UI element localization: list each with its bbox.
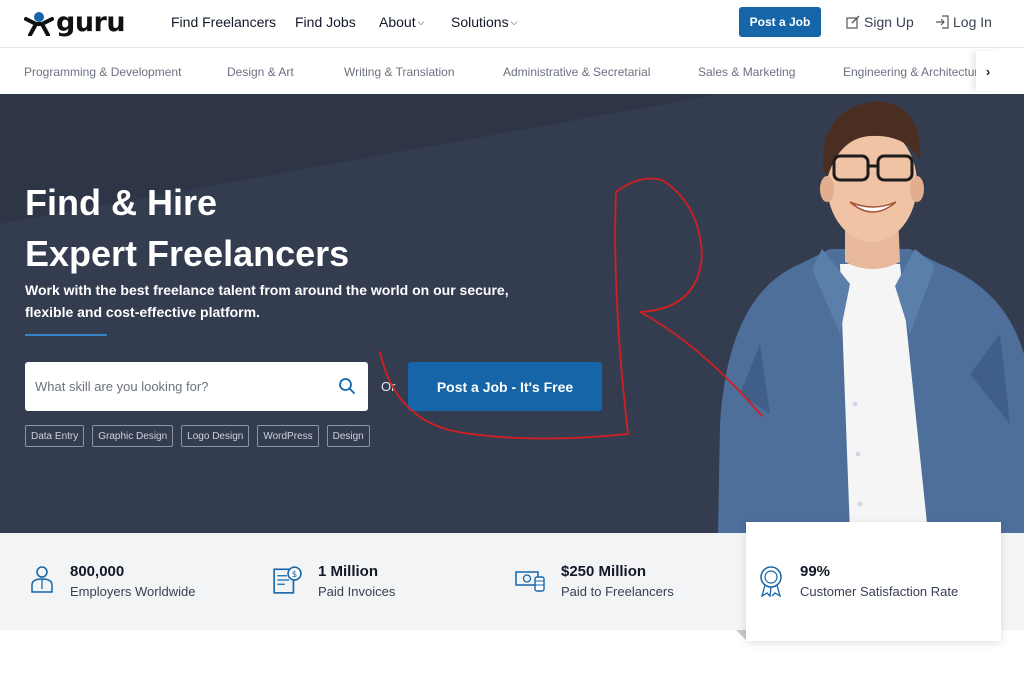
category-writing[interactable]: Writing & Translation bbox=[344, 65, 455, 79]
category-engineering[interactable]: Engineering & Architecture bbox=[843, 65, 985, 79]
skill-tag-data-entry[interactable]: Data Entry bbox=[25, 425, 85, 447]
employer-icon bbox=[31, 566, 53, 593]
logo-text: guru bbox=[56, 7, 126, 38]
stat-satisfaction-card: 99% Customer Satisfaction Rate bbox=[746, 522, 1001, 641]
skill-tag-logo-design[interactable]: Logo Design bbox=[181, 425, 250, 447]
category-bar: Programming & Development Design & Art W… bbox=[0, 49, 1024, 94]
log-in-link[interactable]: Log In bbox=[935, 14, 992, 30]
skill-tag-design[interactable]: Design bbox=[326, 425, 370, 447]
category-programming[interactable]: Programming & Development bbox=[24, 65, 181, 79]
svg-text:$: $ bbox=[292, 570, 297, 580]
chevron-down-icon: ⌵ bbox=[510, 17, 518, 27]
stat-label: Customer Satisfaction Rate bbox=[800, 584, 959, 599]
stat-satisfaction: 99% Customer Satisfaction Rate bbox=[758, 562, 958, 603]
chevron-down-icon: ⌵ bbox=[417, 17, 425, 27]
nav-solutions[interactable]: Solutions ⌵ bbox=[451, 14, 517, 30]
hero-title: Find & Hire Expert Freelancers bbox=[25, 177, 349, 279]
post-job-button[interactable]: Post a Job bbox=[739, 7, 821, 37]
hero-title-line2: Expert Freelancers bbox=[25, 233, 350, 274]
login-icon bbox=[936, 15, 949, 29]
or-text: Or bbox=[381, 379, 396, 394]
stat-value: 1 Million bbox=[318, 563, 378, 580]
hero-divider bbox=[25, 334, 107, 336]
nav-find-jobs[interactable]: Find Jobs bbox=[295, 14, 356, 30]
search-icon[interactable] bbox=[338, 377, 356, 395]
nav-about-label: About bbox=[379, 14, 416, 30]
stat-paid: $250 Million Paid to Freelancers bbox=[515, 562, 674, 603]
award-icon bbox=[760, 566, 782, 597]
skill-tag-graphic-design[interactable]: Graphic Design bbox=[92, 425, 174, 447]
guru-logo[interactable]: guru bbox=[24, 9, 136, 37]
post-job-free-button[interactable]: Post a Job - It's Free bbox=[408, 362, 602, 411]
top-navigation: guru Find Freelancers Find Jobs About ⌵ S… bbox=[0, 0, 1024, 48]
skill-search-input[interactable] bbox=[35, 374, 325, 398]
skill-search-box bbox=[25, 362, 368, 411]
nav-about[interactable]: About ⌵ bbox=[379, 14, 424, 30]
invoice-icon: $ bbox=[273, 566, 302, 594]
hero-subtitle-line2: flexible and cost-effective platform. bbox=[25, 304, 260, 320]
stat-label: Paid Invoices bbox=[318, 584, 396, 599]
guru-logo-mark-icon bbox=[24, 12, 54, 36]
sign-up-link[interactable]: Sign Up bbox=[846, 14, 914, 30]
hero-person-image bbox=[718, 101, 1024, 533]
hero-subtitle-line1: Work with the best freelance talent from… bbox=[25, 282, 509, 298]
card-fold-decoration bbox=[736, 630, 746, 640]
stat-value: 800,000 bbox=[70, 563, 125, 580]
money-icon bbox=[515, 571, 545, 592]
category-design[interactable]: Design & Art bbox=[227, 65, 294, 79]
log-in-label: Log In bbox=[953, 14, 992, 30]
category-sales[interactable]: Sales & Marketing bbox=[698, 65, 795, 79]
edit-icon bbox=[846, 15, 860, 29]
nav-find-freelancers[interactable]: Find Freelancers bbox=[171, 14, 276, 30]
hero-title-line1: Find & Hire bbox=[25, 182, 218, 223]
stat-label: Employers Worldwide bbox=[70, 584, 196, 599]
stat-value: $250 Million bbox=[561, 563, 647, 580]
hero-section: Find & Hire Expert Freelancers Work with… bbox=[0, 94, 1024, 533]
popular-skill-tags: Data Entry Graphic Design Logo Design Wo… bbox=[25, 425, 370, 447]
nav-solutions-label: Solutions bbox=[451, 14, 509, 30]
hero-subtitle: Work with the best freelance talent from… bbox=[25, 279, 545, 323]
stat-invoices: $ 1 Million Paid Invoices bbox=[272, 562, 395, 603]
sign-up-label: Sign Up bbox=[864, 14, 914, 30]
stat-label: Paid to Freelancers bbox=[561, 584, 674, 599]
chevron-right-icon[interactable]: › bbox=[976, 51, 1000, 91]
skill-tag-wordpress[interactable]: WordPress bbox=[257, 425, 319, 447]
category-administrative[interactable]: Administrative & Secretarial bbox=[503, 65, 650, 79]
stat-employers: 800,000 Employers Worldwide bbox=[30, 562, 195, 603]
stat-value: 99% bbox=[800, 563, 831, 580]
